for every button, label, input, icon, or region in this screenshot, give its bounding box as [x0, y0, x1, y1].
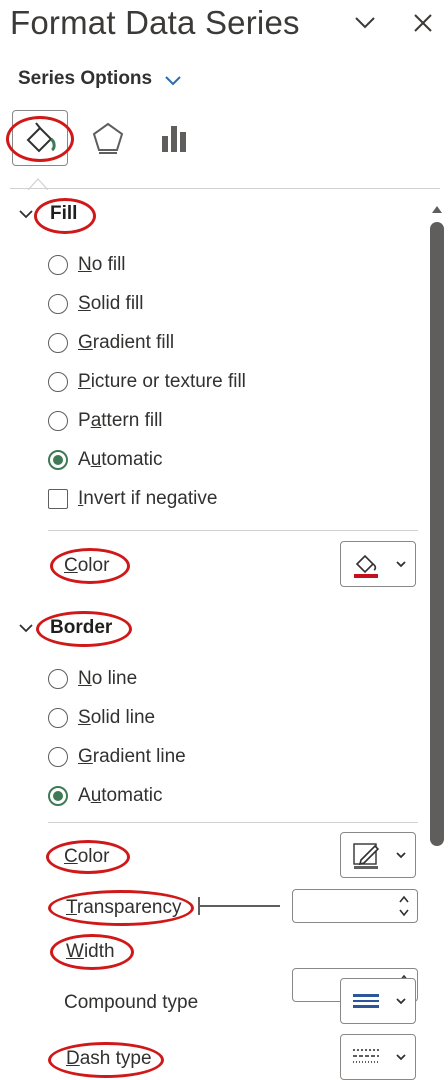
- dash-type-dropdown[interactable]: [340, 1034, 416, 1080]
- pane-title: Format Data Series: [10, 4, 300, 41]
- scrollbar-thumb[interactable]: [430, 222, 444, 846]
- radio-button[interactable]: [48, 333, 68, 353]
- compound-lines-icon: [353, 994, 379, 1008]
- option-label: Solid line: [78, 707, 156, 728]
- divider: [10, 188, 440, 189]
- checkbox-invert-if-negative[interactable]: Invert if negative: [48, 486, 246, 512]
- compound-type-dropdown[interactable]: [340, 978, 416, 1024]
- paint-bucket-icon: [26, 122, 56, 153]
- transparency-label: Transparency: [66, 897, 182, 918]
- radio-button[interactable]: [48, 669, 68, 689]
- option-label: Automatic: [78, 785, 163, 806]
- radio-pattern-fill[interactable]: Pattern fill: [48, 408, 246, 434]
- fill-section-heading[interactable]: Fill: [50, 203, 77, 225]
- fill-color-dropdown[interactable]: [340, 541, 416, 587]
- compound-type-label: Compound type: [64, 992, 199, 1013]
- divider: [48, 530, 418, 531]
- radio-button[interactable]: [48, 747, 68, 767]
- paint-bucket-icon: [354, 554, 378, 578]
- radio-picture-texture-fill[interactable]: Picture or texture fill: [48, 369, 246, 395]
- pentagon-icon: [92, 122, 124, 154]
- width-label: Width: [66, 941, 115, 962]
- radio-button[interactable]: [48, 372, 68, 392]
- chevron-down-icon: [396, 1054, 406, 1061]
- radio-button[interactable]: [48, 708, 68, 728]
- transparency-spinbox[interactable]: [292, 889, 418, 923]
- divider: [48, 822, 418, 823]
- close-icon[interactable]: [410, 10, 436, 36]
- tab-effects[interactable]: [82, 112, 134, 164]
- fill-color-label: Color: [64, 555, 110, 576]
- checkbox[interactable]: [48, 489, 68, 509]
- radio-gradient-line[interactable]: Gradient line: [48, 744, 186, 770]
- scroll-up-arrow-icon[interactable]: [428, 200, 446, 218]
- chevron-down-icon[interactable]: [163, 70, 183, 90]
- series-options-dropdown-label[interactable]: Series Options: [18, 68, 152, 90]
- pen-icon: [353, 843, 380, 869]
- spin-arrows-icon[interactable]: [397, 892, 411, 920]
- chevron-down-icon: [396, 561, 406, 568]
- chevron-down-icon: [396, 852, 406, 859]
- border-section-heading[interactable]: Border: [50, 617, 112, 639]
- chevron-down-icon[interactable]: [18, 620, 34, 636]
- dash-lines-icon: [353, 1049, 379, 1063]
- tab-series-options[interactable]: [148, 112, 200, 164]
- radio-gradient-fill[interactable]: Gradient fill: [48, 330, 246, 356]
- bar-chart-icon: [162, 126, 186, 152]
- option-label: Gradient fill: [78, 332, 175, 353]
- tab-fill-line[interactable]: [12, 110, 68, 166]
- radio-solid-line[interactable]: Solid line: [48, 705, 186, 731]
- border-color-label: Color: [64, 846, 110, 867]
- radio-button[interactable]: [48, 255, 68, 275]
- radio-no-fill[interactable]: No fill: [48, 252, 246, 278]
- transparency-slider[interactable]: [200, 905, 280, 907]
- border-color-dropdown[interactable]: [340, 832, 416, 878]
- radio-button[interactable]: [48, 450, 68, 470]
- radio-no-line[interactable]: No line: [48, 666, 186, 692]
- option-label: Picture or texture fill: [78, 371, 246, 392]
- radio-automatic-fill[interactable]: Automatic: [48, 447, 246, 473]
- option-label: Pattern fill: [78, 410, 163, 431]
- dash-type-label: Dash type: [66, 1048, 152, 1069]
- radio-button[interactable]: [48, 786, 68, 806]
- chevron-down-icon: [396, 998, 406, 1005]
- chevron-down-icon[interactable]: [18, 206, 34, 222]
- radio-button[interactable]: [48, 411, 68, 431]
- radio-button[interactable]: [48, 294, 68, 314]
- option-label: Solid fill: [78, 293, 144, 314]
- option-label: Gradient line: [78, 746, 186, 767]
- radio-automatic-line[interactable]: Automatic: [48, 783, 186, 809]
- option-label: Automatic: [78, 449, 163, 470]
- option-label: Invert if negative: [78, 488, 218, 509]
- chevron-down-icon[interactable]: [352, 10, 378, 36]
- option-label: No fill: [78, 254, 126, 275]
- radio-solid-fill[interactable]: Solid fill: [48, 291, 246, 317]
- option-label: No line: [78, 668, 138, 689]
